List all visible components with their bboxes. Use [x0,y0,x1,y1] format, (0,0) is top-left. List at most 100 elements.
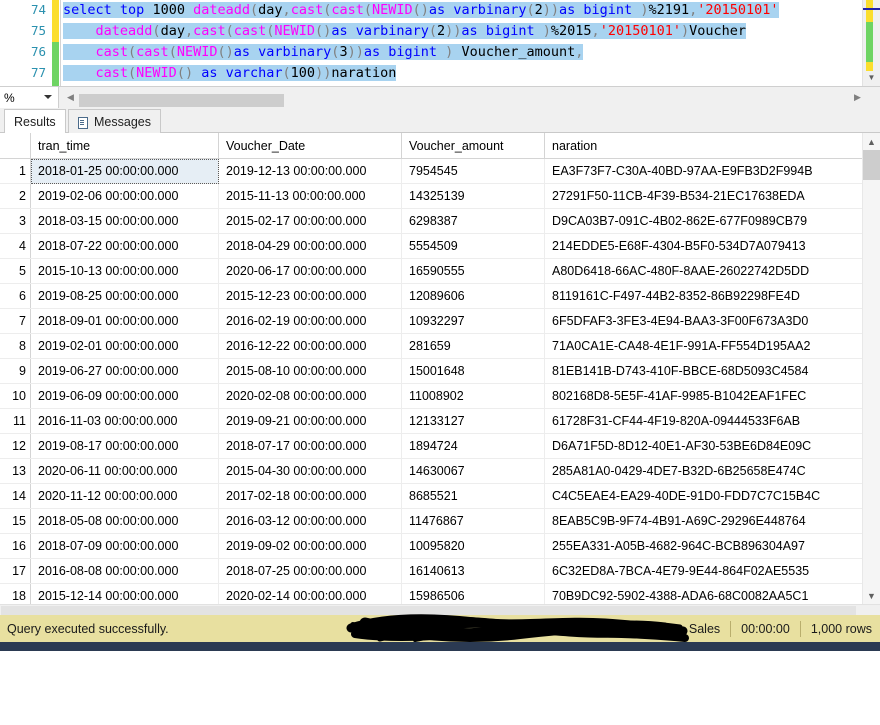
grid-vscroll-thumb[interactable] [863,150,880,180]
cell-voucher-amount[interactable]: 10095820 [402,534,545,559]
cell-tran-time[interactable]: 2019-06-09 00:00:00.000 [31,384,219,409]
cell-voucher-amount[interactable]: 5554509 [402,234,545,259]
cell-voucher-date[interactable]: 2018-07-17 00:00:00.000 [219,434,402,459]
table-row[interactable]: 92019-06-27 00:00:00.0002015-08-10 00:00… [0,359,880,384]
cell-tran-time[interactable]: 2020-06-11 00:00:00.000 [31,459,219,484]
selected-code-text[interactable]: cast(cast(NEWID()as varbinary(3))as bigi… [63,44,583,60]
column-header-naration[interactable]: naration [545,133,880,159]
cell-tran-time[interactable]: 2016-11-03 00:00:00.000 [31,409,219,434]
cell-voucher-date[interactable]: 2015-08-10 00:00:00.000 [219,359,402,384]
row-number-cell[interactable]: 4 [0,234,31,259]
cell-voucher-amount[interactable]: 16590555 [402,259,545,284]
cell-voucher-date[interactable]: 2019-09-02 00:00:00.000 [219,534,402,559]
cell-naration[interactable]: 285A81A0-0429-4DE7-B32D-6B25658E474C [545,459,880,484]
row-number-cell[interactable]: 7 [0,309,31,334]
table-row[interactable]: 152018-05-08 00:00:00.0002016-03-12 00:0… [0,509,880,534]
cell-tran-time[interactable]: 2019-08-25 00:00:00.000 [31,284,219,309]
table-row[interactable]: 52015-10-13 00:00:00.0002020-06-17 00:00… [0,259,880,284]
cell-voucher-amount[interactable]: 12133127 [402,409,545,434]
cell-voucher-amount[interactable]: 11476867 [402,509,545,534]
cell-voucher-amount[interactable]: 8685521 [402,484,545,509]
cell-tran-time[interactable]: 2018-05-08 00:00:00.000 [31,509,219,534]
cell-voucher-date[interactable]: 2015-02-17 00:00:00.000 [219,209,402,234]
row-number-cell[interactable]: 8 [0,334,31,359]
cell-voucher-date[interactable]: 2016-12-22 00:00:00.000 [219,334,402,359]
cell-voucher-amount[interactable]: 10932297 [402,309,545,334]
table-row[interactable]: 22019-02-06 00:00:00.0002015-11-13 00:00… [0,184,880,209]
cell-voucher-amount[interactable]: 281659 [402,334,545,359]
row-number-cell[interactable]: 15 [0,509,31,534]
code-line[interactable]: cast(NEWID() as varchar(100))naration [63,63,856,84]
row-number-cell[interactable]: 1 [0,159,31,184]
cell-naration[interactable]: D9CA03B7-091C-4B02-862E-677F0989CB79 [545,209,880,234]
cell-naration[interactable]: C4C5EAE4-EA29-40DE-91D0-FDD7C7C15B4C [545,484,880,509]
row-number-cell[interactable]: 6 [0,284,31,309]
cell-voucher-amount[interactable]: 7954545 [402,159,545,184]
row-number-cell[interactable]: 2 [0,184,31,209]
cell-tran-time[interactable]: 2018-01-25 00:00:00.000 [31,159,219,184]
row-header-corner[interactable] [0,133,31,159]
cell-voucher-date[interactable]: 2015-12-23 00:00:00.000 [219,284,402,309]
cell-naration[interactable]: 8119161C-F497-44B2-8352-86B92298FE4D [545,284,880,309]
table-row[interactable]: 62019-08-25 00:00:00.0002015-12-23 00:00… [0,284,880,309]
editor-hscroll-thumb[interactable] [79,94,284,107]
cell-tran-time[interactable]: 2018-07-09 00:00:00.000 [31,534,219,559]
column-header-voucher-date[interactable]: Voucher_Date [219,133,402,159]
cell-tran-time[interactable]: 2020-11-12 00:00:00.000 [31,484,219,509]
selected-code-text[interactable]: select top 1000 dateadd(day,cast(cast(NE… [63,2,779,18]
cell-voucher-date[interactable]: 2017-02-18 00:00:00.000 [219,484,402,509]
cell-naration[interactable]: 255EA331-A05B-4682-964C-BCB896304A97 [545,534,880,559]
cell-tran-time[interactable]: 2015-10-13 00:00:00.000 [31,259,219,284]
row-number-cell[interactable]: 17 [0,559,31,584]
cell-voucher-amount[interactable]: 14325139 [402,184,545,209]
tab-results[interactable]: Results [4,109,66,134]
cell-tran-time[interactable]: 2019-06-27 00:00:00.000 [31,359,219,384]
table-row[interactable]: 112016-11-03 00:00:00.0002019-09-21 00:0… [0,409,880,434]
cell-voucher-amount[interactable]: 16140613 [402,559,545,584]
code-line[interactable]: select top 1000 dateadd(day,cast(cast(NE… [63,0,856,21]
cell-naration[interactable]: EA3F73F7-C30A-40BD-97AA-E9FB3D2F994B [545,159,880,184]
cell-naration[interactable]: A80D6418-66AC-480F-8AAE-26022742D5DD [545,259,880,284]
cell-naration[interactable]: 6F5DFAF3-3FE3-4E94-BAA3-3F00F673A3D0 [545,309,880,334]
cell-naration[interactable]: 27291F50-11CB-4F39-B534-21EC17638EDA [545,184,880,209]
table-row[interactable]: 102019-06-09 00:00:00.0002020-02-08 00:0… [0,384,880,409]
cell-tran-time[interactable]: 2018-09-01 00:00:00.000 [31,309,219,334]
cell-naration[interactable]: 802168D8-5E5F-41AF-9985-B1042EAF1FEC [545,384,880,409]
sql-editor[interactable]: 74 75 76 77 select top 1000 dateadd(day,… [0,0,880,86]
table-row[interactable]: 42018-07-22 00:00:00.0002018-04-29 00:00… [0,234,880,259]
row-number-cell[interactable]: 12 [0,434,31,459]
column-header-tran-time[interactable]: tran_time [31,133,219,159]
editor-horizontal-scrollbar[interactable]: ◀ ▶ [62,88,864,107]
selected-code-text[interactable]: cast(NEWID() as varchar(100))naration [63,65,396,81]
row-number-cell[interactable]: 5 [0,259,31,284]
cell-voucher-date[interactable]: 2016-03-12 00:00:00.000 [219,509,402,534]
table-row[interactable]: 122019-08-17 00:00:00.0002018-07-17 00:0… [0,434,880,459]
scroll-down-arrow-icon[interactable]: ▼ [863,587,880,604]
row-number-cell[interactable]: 16 [0,534,31,559]
cell-voucher-date[interactable]: 2018-07-25 00:00:00.000 [219,559,402,584]
table-row[interactable]: 162018-07-09 00:00:00.0002019-09-02 00:0… [0,534,880,559]
cell-voucher-date[interactable]: 2016-02-19 00:00:00.000 [219,309,402,334]
cell-naration[interactable]: 81EB141B-D743-410F-BBCE-68D5093C4584 [545,359,880,384]
chevron-down-icon[interactable]: ▼ [863,69,880,86]
grid-hscroll-thumb[interactable] [1,606,856,615]
table-row[interactable]: 172016-08-08 00:00:00.0002018-07-25 00:0… [0,559,880,584]
cell-naration[interactable]: 6C32ED8A-7BCA-4E79-9E44-864F02AE5535 [545,559,880,584]
zoom-level-dropdown[interactable]: % [0,87,59,109]
code-line[interactable]: cast(cast(NEWID()as varbinary(3))as bigi… [63,42,856,63]
row-number-cell[interactable]: 9 [0,359,31,384]
table-row[interactable]: 32018-03-15 00:00:00.0002015-02-17 00:00… [0,209,880,234]
cell-naration[interactable]: 71A0CA1E-CA48-4E1F-991A-FF554D195AA2 [545,334,880,359]
grid-vertical-scrollbar[interactable]: ▲ ▼ [862,133,880,604]
cell-voucher-date[interactable]: 2020-06-17 00:00:00.000 [219,259,402,284]
sql-code-area[interactable]: select top 1000 dateadd(day,cast(cast(NE… [63,0,856,86]
table-row[interactable]: 142020-11-12 00:00:00.0002017-02-18 00:0… [0,484,880,509]
cell-voucher-amount[interactable]: 14630067 [402,459,545,484]
cell-tran-time[interactable]: 2016-08-08 00:00:00.000 [31,559,219,584]
editor-hscroll-track[interactable] [79,91,847,104]
cell-naration[interactable]: 8EAB5C9B-9F74-4B91-A69C-29296E448764 [545,509,880,534]
cell-voucher-amount[interactable]: 15001648 [402,359,545,384]
cell-naration[interactable]: 214EDDE5-E68F-4304-B5F0-534D7A079413 [545,234,880,259]
code-line[interactable]: dateadd(day,cast(cast(NEWID()as varbinar… [63,21,856,42]
column-header-voucher-amount[interactable]: Voucher_amount [402,133,545,159]
